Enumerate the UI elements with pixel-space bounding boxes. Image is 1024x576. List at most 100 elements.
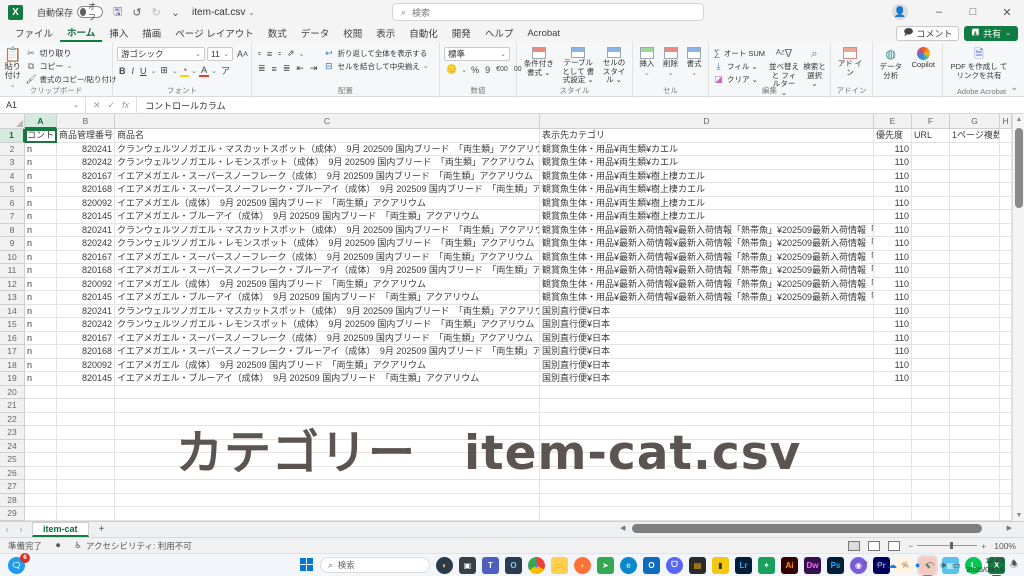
cell-G22[interactable]	[950, 413, 1000, 427]
cell-F29[interactable]	[912, 507, 950, 521]
cell-H9[interactable]	[1000, 237, 1012, 251]
cell-B9[interactable]: 820242	[57, 237, 115, 251]
cell-A17[interactable]: n	[25, 345, 57, 359]
cell-D6[interactable]: 観賞魚生体・用品¥両生類¥樹上棲カエル	[540, 197, 874, 211]
italic-button[interactable]: I	[130, 66, 137, 76]
font-color-icon[interactable]: A	[199, 65, 209, 77]
tab-insert[interactable]: 挿入	[102, 24, 135, 42]
cell-G19[interactable]	[950, 372, 1000, 386]
row-header-25[interactable]: 25	[0, 453, 25, 467]
cell-A4[interactable]: n	[25, 170, 57, 184]
horizontal-scrollbar[interactable]: ◀ ▶	[620, 524, 1012, 533]
underline-button[interactable]: U	[138, 66, 149, 76]
cell-D4[interactable]: 観賞魚生体・用品¥両生類¥樹上棲カエル	[540, 170, 874, 184]
lightroom-icon[interactable]: Lr	[735, 557, 752, 574]
cell-C11[interactable]: イエアメガエル・スーパースノーフレーク・ブルーアイ（成体） 9月 202509 …	[115, 264, 540, 278]
search-input[interactable]: ⌕ 検索	[392, 3, 704, 21]
cell-F17[interactable]	[912, 345, 950, 359]
cell-A10[interactable]: n	[25, 251, 57, 265]
cell-C15[interactable]: クランウェルツノガエル・レモンスポット（成体） 9月 202509 国内ブリード…	[115, 318, 540, 332]
cell-G21[interactable]	[950, 399, 1000, 413]
cell-A29[interactable]	[25, 507, 57, 521]
cell-E4[interactable]: 110	[874, 170, 912, 184]
notification-bell-icon[interactable]: 🕭	[1010, 557, 1018, 573]
cell-B8[interactable]: 820241	[57, 224, 115, 238]
cell-A14[interactable]: n	[25, 305, 57, 319]
cell-G17[interactable]	[950, 345, 1000, 359]
cell-C28[interactable]	[115, 494, 540, 508]
cell-B3[interactable]: 820242	[57, 156, 115, 170]
cell-B1[interactable]: 商品管理番号	[57, 129, 115, 143]
cell-D9[interactable]: 観賞魚生体・用品¥最新入荷情報¥最新入荷情報「熱帯魚」¥202509最新入荷情報…	[540, 237, 874, 251]
align-bottom-icon[interactable]: ⹀	[276, 47, 283, 60]
cell-C9[interactable]: クランウェルツノガエル・レモンスポット（成体） 9月 202509 国内ブリード…	[115, 237, 540, 251]
cell-G13[interactable]	[950, 291, 1000, 305]
row-header-12[interactable]: 12	[0, 278, 25, 292]
conditional-formatting-button[interactable]: 条件付き書式 ⌄	[521, 45, 556, 85]
cell-A19[interactable]: n	[25, 372, 57, 386]
cell-H21[interactable]	[1000, 399, 1012, 413]
cell-G14[interactable]	[950, 305, 1000, 319]
cell-G26[interactable]	[950, 467, 1000, 481]
cell-C8[interactable]: クランウェルツノガエル・マスカットスポット（成体） 9月 202509 国内ブリ…	[115, 224, 540, 238]
cell-A27[interactable]	[25, 480, 57, 494]
undo-icon[interactable]: ↺	[132, 6, 141, 19]
cell-C4[interactable]: イエアメガエル・スーパースノーフレーク（成体） 9月 202509 国内ブリード…	[115, 170, 540, 184]
outdent-icon[interactable]: ⇤	[294, 63, 306, 74]
page-break-view-button[interactable]	[888, 541, 900, 551]
cell-A8[interactable]: n	[25, 224, 57, 238]
maximize-button[interactable]: □	[956, 0, 990, 24]
cell-A26[interactable]	[25, 467, 57, 481]
cell-C2[interactable]: クランウェルツノガエル・マスカットスポット（成体） 9月 202509 国内ブリ…	[115, 143, 540, 157]
cell-B5[interactable]: 820168	[57, 183, 115, 197]
cell-G10[interactable]	[950, 251, 1000, 265]
cell-G24[interactable]	[950, 440, 1000, 454]
widgets-icon[interactable]: ◐	[436, 557, 453, 574]
battery-icon[interactable]: ▭	[952, 560, 961, 571]
copilot-button[interactable]: Copilot	[909, 45, 938, 85]
paste-button[interactable]: 📋 貼り付け⌄	[4, 45, 21, 85]
cell-H12[interactable]	[1000, 278, 1012, 292]
row-header-27[interactable]: 27	[0, 480, 25, 494]
cell-F4[interactable]	[912, 170, 950, 184]
cell-G6[interactable]	[950, 197, 1000, 211]
cell-D20[interactable]	[540, 386, 874, 400]
data-analysis-button[interactable]: ◍ データ 分析	[877, 45, 905, 85]
cell-D1[interactable]: 表示先カテゴリ	[540, 129, 874, 143]
cell-B4[interactable]: 820167	[57, 170, 115, 184]
cell-D5[interactable]: 観賞魚生体・用品¥両生類¥樹上棲カエル	[540, 183, 874, 197]
cell-G5[interactable]	[950, 183, 1000, 197]
cell-H24[interactable]	[1000, 440, 1012, 454]
cell-C19[interactable]: イエアメガエル・ブルーアイ（成体） 9月 202509 国内ブリード 「両生類」…	[115, 372, 540, 386]
cell-B16[interactable]: 820167	[57, 332, 115, 346]
cell-E14[interactable]: 110	[874, 305, 912, 319]
cell-B22[interactable]	[57, 413, 115, 427]
cell-E19[interactable]: 110	[874, 372, 912, 386]
tab-draw[interactable]: 描画	[135, 24, 168, 42]
cell-E13[interactable]: 110	[874, 291, 912, 305]
cell-E16[interactable]: 110	[874, 332, 912, 346]
cell-A28[interactable]	[25, 494, 57, 508]
cell-F20[interactable]	[912, 386, 950, 400]
cell-H15[interactable]	[1000, 318, 1012, 332]
column-header-F[interactable]: F	[912, 114, 950, 129]
cell-H4[interactable]	[1000, 170, 1012, 184]
cell-B23[interactable]	[57, 426, 115, 440]
cell-H8[interactable]	[1000, 224, 1012, 238]
cell-A6[interactable]: n	[25, 197, 57, 211]
cell-C16[interactable]: イエアメガエル・スーパースノーフレーク（成体） 9月 202509 国内ブリード…	[115, 332, 540, 346]
cell-G23[interactable]	[950, 426, 1000, 440]
addins-button[interactable]: アド イン	[835, 45, 865, 85]
cell-E8[interactable]: 110	[874, 224, 912, 238]
number-format-select[interactable]: 標準⌄	[444, 47, 510, 61]
cell-D3[interactable]: 観賞魚生体・用品¥両生類¥カエル	[540, 156, 874, 170]
cell-H1[interactable]	[1000, 129, 1012, 143]
row-header-17[interactable]: 17	[0, 345, 25, 359]
cell-H20[interactable]	[1000, 386, 1012, 400]
cell-G28[interactable]	[950, 494, 1000, 508]
cell-F24[interactable]	[912, 440, 950, 454]
row-header-26[interactable]: 26	[0, 467, 25, 481]
tab-pagelayout[interactable]: ページ レイアウト	[168, 24, 260, 42]
edge-icon[interactable]: e	[620, 557, 637, 574]
zoom-level[interactable]: 100%	[994, 541, 1016, 551]
